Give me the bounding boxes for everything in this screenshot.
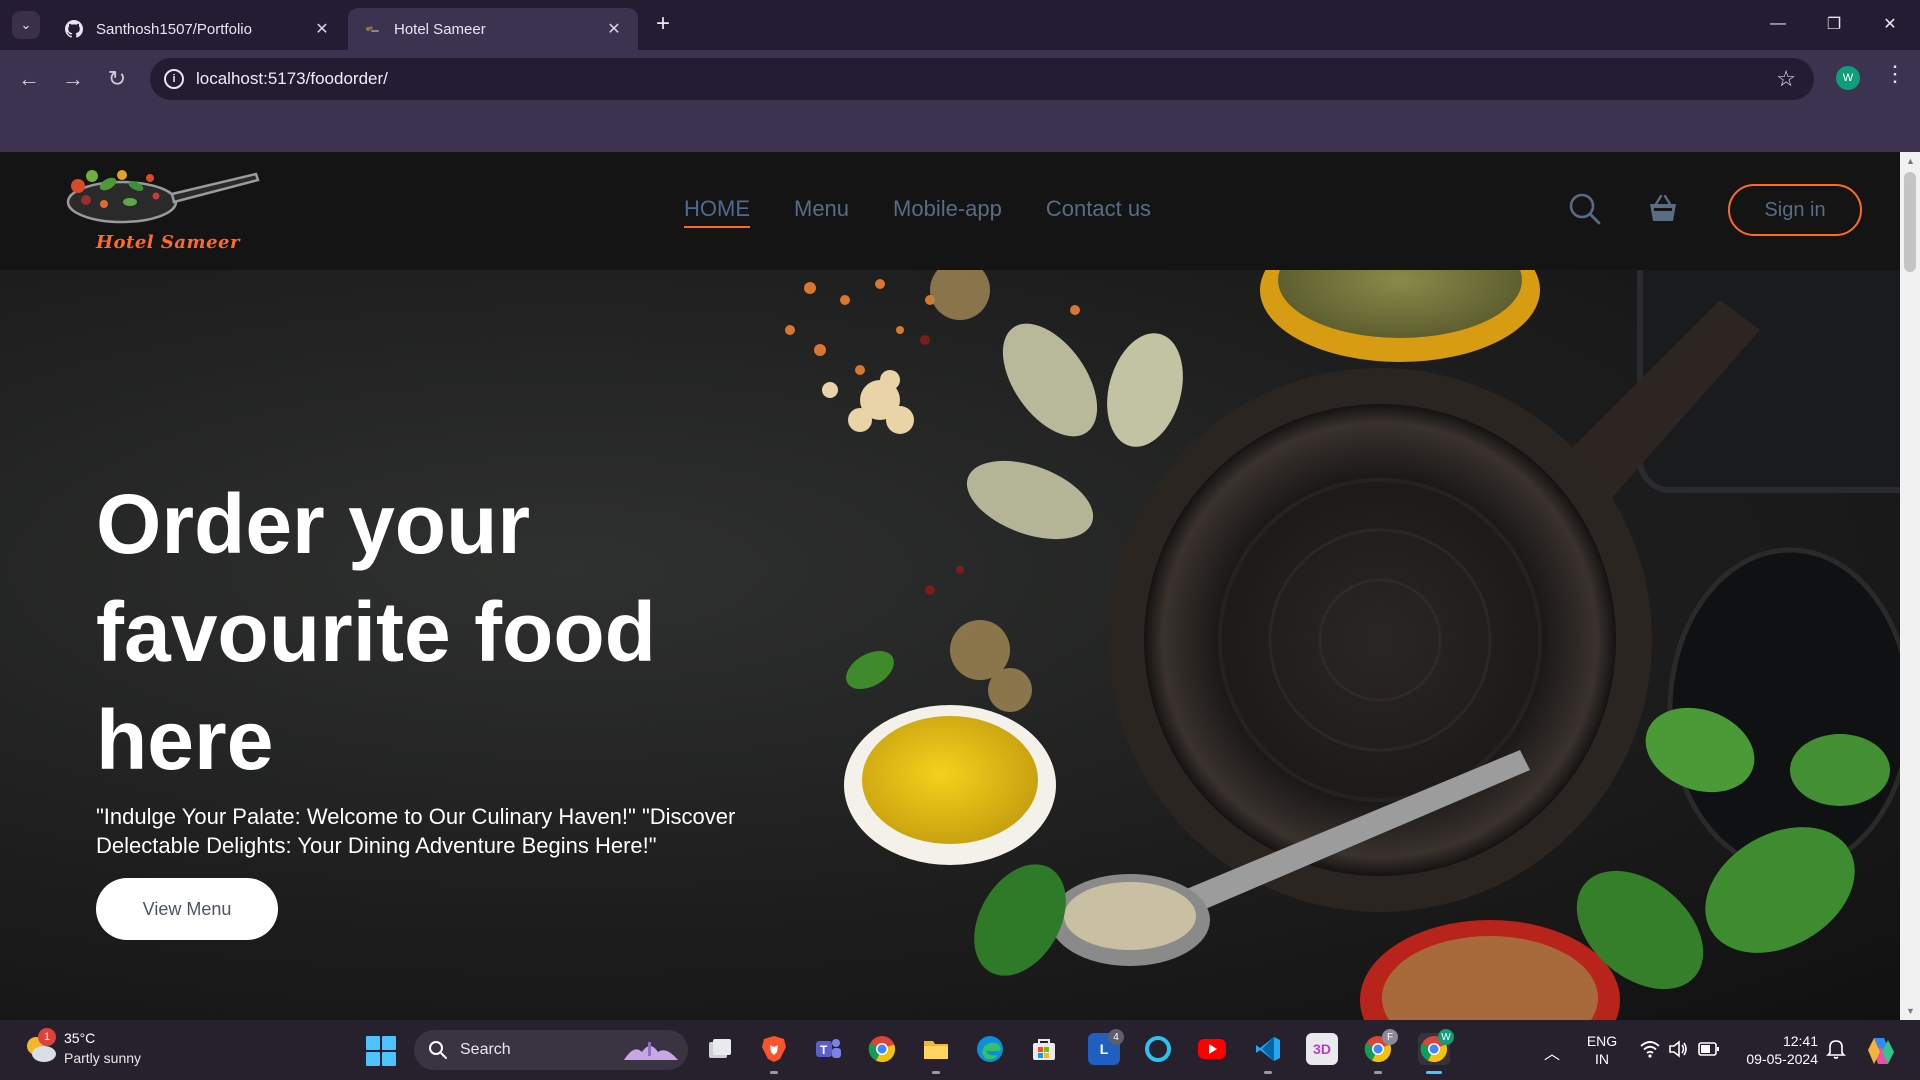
tab-title: Hotel Sameer (394, 20, 486, 38)
file-explorer-icon[interactable] (920, 1033, 952, 1074)
3d-viewer-icon[interactable]: 3D (1306, 1033, 1338, 1065)
nav-home[interactable]: HOME (684, 196, 750, 228)
wifi-icon[interactable] (1640, 1040, 1660, 1058)
tab-close-icon[interactable]: ✕ (312, 19, 332, 39)
page-scrollbar[interactable]: ▲ ▼ (1900, 152, 1920, 1020)
profile-f-badge: F (1382, 1029, 1398, 1045)
search-highlight-icon (624, 1042, 678, 1060)
scroll-up-icon[interactable]: ▲ (1906, 156, 1915, 166)
main-nav: HOME Menu Mobile-app Contact us (684, 196, 1151, 228)
forward-icon[interactable]: → (58, 64, 88, 94)
sign-in-button[interactable]: Sign in (1728, 184, 1862, 236)
brand-name: Hotel Sameer (96, 232, 240, 253)
weather-description[interactable]: Partly sunny (64, 1050, 141, 1066)
hero-title-line: here (96, 693, 274, 787)
weather-badge: 1 (38, 1028, 56, 1046)
taskbar-search-box[interactable]: Search (414, 1030, 688, 1070)
region-code: IN (1595, 1051, 1609, 1067)
search-icon[interactable] (1568, 192, 1602, 226)
windows-start-icon[interactable] (366, 1036, 396, 1066)
chrome-profile-w-icon[interactable]: W (1418, 1029, 1454, 1074)
weather-temperature[interactable]: 35°C (64, 1030, 95, 1046)
copilot-icon[interactable] (1864, 1034, 1898, 1068)
taskbar-search-label: Search (460, 1041, 511, 1058)
scroll-down-icon[interactable]: ▼ (1906, 1006, 1915, 1016)
cortana-icon[interactable] (1142, 1033, 1174, 1065)
clock-date: 09-05-2024 (1746, 1051, 1818, 1067)
search-icon (429, 1041, 447, 1059)
browser-tab-strip: ⌄ Santhosh1507/Portfolio ✕ Hotel Sameer … (0, 0, 1920, 50)
windows-taskbar: 1 35°C Partly sunny Search T L 4 3D F W … (0, 1020, 1920, 1080)
chrome-icon[interactable] (866, 1033, 898, 1065)
language-code: ENG (1586, 1033, 1618, 1049)
brave-browser-icon[interactable] (758, 1033, 790, 1074)
profile-w-badge: W (1438, 1029, 1454, 1045)
battery-icon[interactable] (1698, 1042, 1720, 1056)
site-header: Hotel Sameer HOME Menu Mobile-app Contac… (0, 152, 1900, 270)
reload-icon[interactable]: ↻ (102, 64, 132, 94)
tab-portfolio[interactable]: Santhosh1507/Portfolio ✕ (50, 8, 346, 50)
tab-hotel-sameer[interactable]: Hotel Sameer ✕ (348, 8, 638, 50)
site-favicon-icon (362, 19, 382, 39)
l-app-letter: L (1099, 1041, 1109, 1057)
task-view-icon[interactable] (704, 1033, 736, 1065)
input-language[interactable]: ENG IN (1586, 1032, 1618, 1068)
microsoft-store-icon[interactable] (1028, 1033, 1060, 1065)
github-icon (64, 19, 84, 39)
profile-avatar[interactable]: W (1836, 66, 1860, 90)
close-window-icon[interactable]: ✕ (1862, 0, 1918, 48)
pan-logo-icon (66, 170, 260, 224)
nav-menu[interactable]: Menu (794, 196, 849, 228)
nav-contact-us[interactable]: Contact us (1046, 196, 1151, 228)
tab-search-button[interactable]: ⌄ (12, 11, 40, 39)
tab-title: Santhosh1507/Portfolio (96, 20, 252, 38)
address-url[interactable]: localhost:5173/foodorder/ (196, 69, 388, 89)
l-app-icon[interactable]: L 4 (1088, 1029, 1124, 1065)
basket-icon[interactable] (1646, 192, 1680, 226)
chrome-profile-f-icon[interactable]: F (1362, 1029, 1398, 1074)
edge-icon[interactable] (974, 1033, 1006, 1065)
svg-text:T: T (820, 1043, 828, 1057)
clock-time: 12:41 (1782, 1033, 1818, 1049)
bookmark-star-icon[interactable]: ☆ (1776, 66, 1796, 92)
minimize-icon[interactable]: — (1750, 0, 1806, 48)
hotel-sameer-logo[interactable]: Hotel Sameer (60, 166, 260, 266)
new-tab-button[interactable]: + (650, 12, 676, 38)
teams-icon[interactable]: T (812, 1033, 844, 1065)
tab-close-icon[interactable]: ✕ (604, 19, 624, 39)
youtube-icon[interactable] (1196, 1033, 1228, 1065)
system-clock[interactable]: 12:41 09-05-2024 (1732, 1032, 1818, 1068)
web-page: Hotel Sameer HOME Menu Mobile-app Contac… (0, 152, 1900, 1020)
vscode-icon[interactable] (1252, 1033, 1284, 1074)
hero-title-line: Order your (96, 477, 531, 571)
nav-mobile-app[interactable]: Mobile-app (893, 196, 1002, 228)
browser-menu-icon[interactable]: ⋮ (1884, 63, 1906, 85)
volume-icon[interactable] (1668, 1040, 1688, 1058)
hero-section: Order your favourite food here "Indulge … (0, 270, 1900, 1020)
hero-title: Order your favourite food here (96, 470, 796, 794)
site-info-icon[interactable]: i (164, 69, 184, 89)
show-hidden-icons-chevron-icon[interactable]: ︿ (1544, 1040, 1560, 1064)
hero-title-line: favourite food (96, 585, 656, 679)
scrollbar-thumb[interactable] (1904, 172, 1916, 272)
address-bar[interactable]: i localhost:5173/foodorder/ ☆ (150, 58, 1814, 100)
back-icon[interactable]: ← (14, 64, 44, 94)
restore-icon[interactable]: ❐ (1806, 0, 1862, 48)
notification-bell-icon[interactable] (1826, 1038, 1846, 1060)
view-menu-button[interactable]: View Menu (96, 878, 278, 940)
hero-tagline: "Indulge Your Palate: Welcome to Our Cul… (96, 804, 736, 858)
notification-badge: 4 (1108, 1029, 1124, 1045)
